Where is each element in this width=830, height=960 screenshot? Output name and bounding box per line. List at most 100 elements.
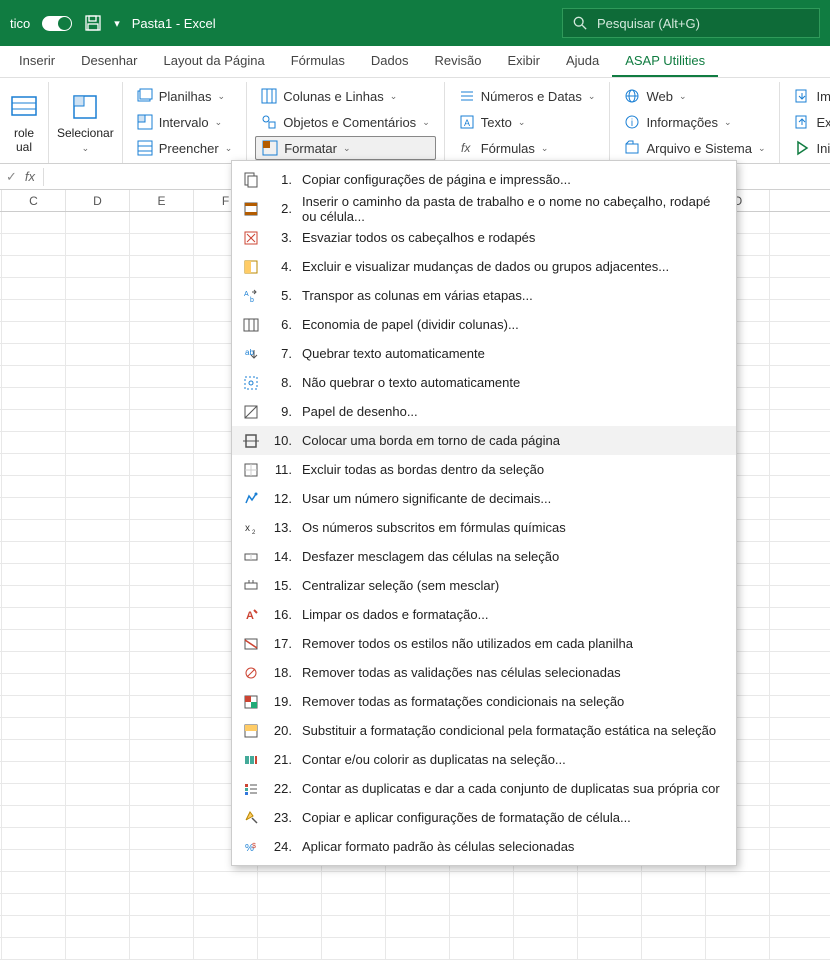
menu-item-number: 11. (270, 462, 292, 477)
menu-item-number: 16. (270, 607, 292, 622)
menu-item-12[interactable]: 12.Usar um número significante de decima… (232, 484, 736, 513)
menu-item-icon: Ab (242, 287, 260, 305)
tab-formulas[interactable]: Fórmulas (278, 46, 358, 77)
ribbon-tabs: Inserir Desenhar Layout da Página Fórmul… (0, 46, 830, 78)
web-icon (624, 88, 640, 104)
selecionar-icon[interactable] (69, 91, 101, 123)
menu-item-number: 21. (270, 752, 292, 767)
numeros-datas-button[interactable]: Números e Datas⌄ (453, 84, 602, 108)
menu-item-13[interactable]: x213.Os números subscritos em fórmulas q… (232, 513, 736, 542)
grid-row[interactable] (0, 872, 830, 894)
iniciar-button[interactable]: Iniciar⌄ (788, 136, 830, 160)
menu-item-5[interactable]: Ab5.Transpor as colunas em várias etapas… (232, 281, 736, 310)
formula-check-icon[interactable]: ✓ (6, 169, 17, 185)
format-icon (262, 140, 278, 156)
svg-text:ab: ab (245, 348, 254, 357)
grid-row[interactable] (0, 894, 830, 916)
menu-item-17[interactable]: 17.Remover todos os estilos não utilizad… (232, 629, 736, 658)
menu-item-16[interactable]: A16.Limpar os dados e formatação... (232, 600, 736, 629)
tab-asap-utilities[interactable]: ASAP Utilities (612, 46, 718, 77)
menu-item-icon (242, 461, 260, 479)
menu-item-8[interactable]: 8. Não quebrar o texto automaticamente (232, 368, 736, 397)
range-icon (137, 114, 153, 130)
menu-item-text: Transpor as colunas em várias etapas... (302, 288, 533, 303)
import-icon (794, 88, 810, 104)
tab-exibir[interactable]: Exibir (494, 46, 553, 77)
menu-item-9[interactable]: 9.Papel de desenho... (232, 397, 736, 426)
menu-item-24[interactable]: %$24.Aplicar formato padrão às células s… (232, 832, 736, 861)
importar-button[interactable]: Importar⌄ (788, 84, 830, 108)
menu-item-19[interactable]: 19.Remover todas as formatações condicio… (232, 687, 736, 716)
formulas-button[interactable]: fxFórmulas⌄ (453, 136, 602, 160)
planilhas-button[interactable]: Planilhas⌄ (131, 84, 239, 108)
ribbon-group-5: Importar⌄ Exportar⌄ Iniciar⌄ (780, 82, 830, 163)
exportar-button[interactable]: Exportar⌄ (788, 110, 830, 134)
menu-item-number: 2. (270, 201, 292, 216)
menu-item-21[interactable]: 21. Contar e/ou colorir as duplicatas na … (232, 745, 736, 774)
texto-button[interactable]: ATexto⌄ (453, 110, 602, 134)
menu-item-icon (242, 664, 260, 682)
intervalo-button[interactable]: Intervalo⌄ (131, 110, 239, 134)
menu-item-number: 7. (270, 346, 292, 361)
menu-item-text: Contar e/ou colorir as duplicatas na sel… (302, 752, 566, 767)
col-header[interactable]: E (130, 190, 194, 211)
search-box[interactable]: Pesquisar (Alt+G) (562, 8, 820, 38)
formatar-button[interactable]: Formatar⌄ (255, 136, 436, 160)
menu-item-10[interactable]: 10.Colocar uma borda em torno de cada pá… (232, 426, 736, 455)
menu-item-3[interactable]: 3.Esvaziar todos os cabeçalhos e rodapés (232, 223, 736, 252)
menu-item-20[interactable]: 20.Substituir a formatação condicional p… (232, 716, 736, 745)
tab-inserir[interactable]: Inserir (6, 46, 68, 77)
document-title: Pasta1 - Excel (132, 16, 216, 31)
menu-item-2[interactable]: 2. Inserir o caminho da pasta de trabalho… (232, 194, 736, 223)
web-button[interactable]: Web⌄ (618, 84, 771, 108)
menu-item-4[interactable]: 4.Excluir e visualizar mudanças de dados… (232, 252, 736, 281)
menu-item-text: Não quebrar o texto automaticamente (302, 375, 520, 390)
objetos-comentarios-button[interactable]: Objetos e Comentários⌄ (255, 110, 436, 134)
svg-text:i: i (631, 118, 633, 129)
tab-dados[interactable]: Dados (358, 46, 422, 77)
menu-item-text: Colocar uma borda em torno de cada págin… (302, 433, 560, 448)
col-header[interactable]: C (2, 190, 66, 211)
col-header[interactable]: D (66, 190, 130, 211)
menu-item-number: 8. (270, 375, 292, 390)
fx-icon[interactable]: fx (25, 169, 35, 184)
menu-item-11[interactable]: 11. Excluir todas as bordas dentro da sel… (232, 455, 736, 484)
grid-row[interactable] (0, 938, 830, 960)
menu-item-text: Remover todas as formatações condicionai… (302, 694, 624, 709)
menu-item-number: 3. (270, 230, 292, 245)
menu-item-icon (242, 490, 260, 508)
columns-rows-icon (261, 88, 277, 104)
menu-item-icon (242, 693, 260, 711)
menu-item-18[interactable]: 18.Remover todas as validações nas célul… (232, 658, 736, 687)
menu-item-number: 9. (270, 404, 292, 419)
tab-layout[interactable]: Layout da Página (151, 46, 278, 77)
menu-item-14[interactable]: 14.Desfazer mesclagem das células na sel… (232, 542, 736, 571)
arquivo-sistema-button[interactable]: Arquivo e Sistema⌄ (618, 136, 771, 160)
preencher-button[interactable]: Preencher⌄ (131, 136, 239, 160)
menu-item-number: 4. (270, 259, 292, 274)
menu-item-text: Quebrar texto automaticamente (302, 346, 485, 361)
menu-item-15[interactable]: 15.Centralizar seleção (sem mesclar) (232, 571, 736, 600)
text-icon: A (459, 114, 475, 130)
tab-desenhar[interactable]: Desenhar (68, 46, 150, 77)
autosave-toggle[interactable] (42, 16, 72, 31)
menu-item-23[interactable]: 23.Copiar e aplicar configurações de for… (232, 803, 736, 832)
menu-item-text: Aplicar formato padrão às células seleci… (302, 839, 574, 854)
visual-icon[interactable] (8, 91, 40, 123)
menu-item-text: Inserir o caminho da pasta de trabalho e… (302, 194, 726, 224)
ribbon-group-selecionar: Selecionar⌄ (49, 82, 123, 163)
save-icon[interactable] (84, 14, 102, 32)
informacoes-button[interactable]: iInformações⌄ (618, 110, 771, 134)
grid-row[interactable] (0, 916, 830, 938)
tab-revisao[interactable]: Revisão (421, 46, 494, 77)
tab-ajuda[interactable]: Ajuda (553, 46, 612, 77)
sheets-icon (137, 88, 153, 104)
menu-item-6[interactable]: 6.Economia de papel (dividir colunas)... (232, 310, 736, 339)
menu-item-1[interactable]: 1.Copiar configurações de página e impre… (232, 165, 736, 194)
menu-item-7[interactable]: ab 7. Quebrar texto automaticamente (232, 339, 736, 368)
menu-item-text: Excluir todas as bordas dentro da seleçã… (302, 462, 544, 477)
menu-item-22[interactable]: 22.Contar as duplicatas e dar a cada con… (232, 774, 736, 803)
search-placeholder: Pesquisar (Alt+G) (597, 16, 700, 31)
colunas-linhas-button[interactable]: Colunas e Linhas⌄ (255, 84, 436, 108)
quickaccess-dropdown-icon[interactable]: ▾ (114, 17, 120, 30)
